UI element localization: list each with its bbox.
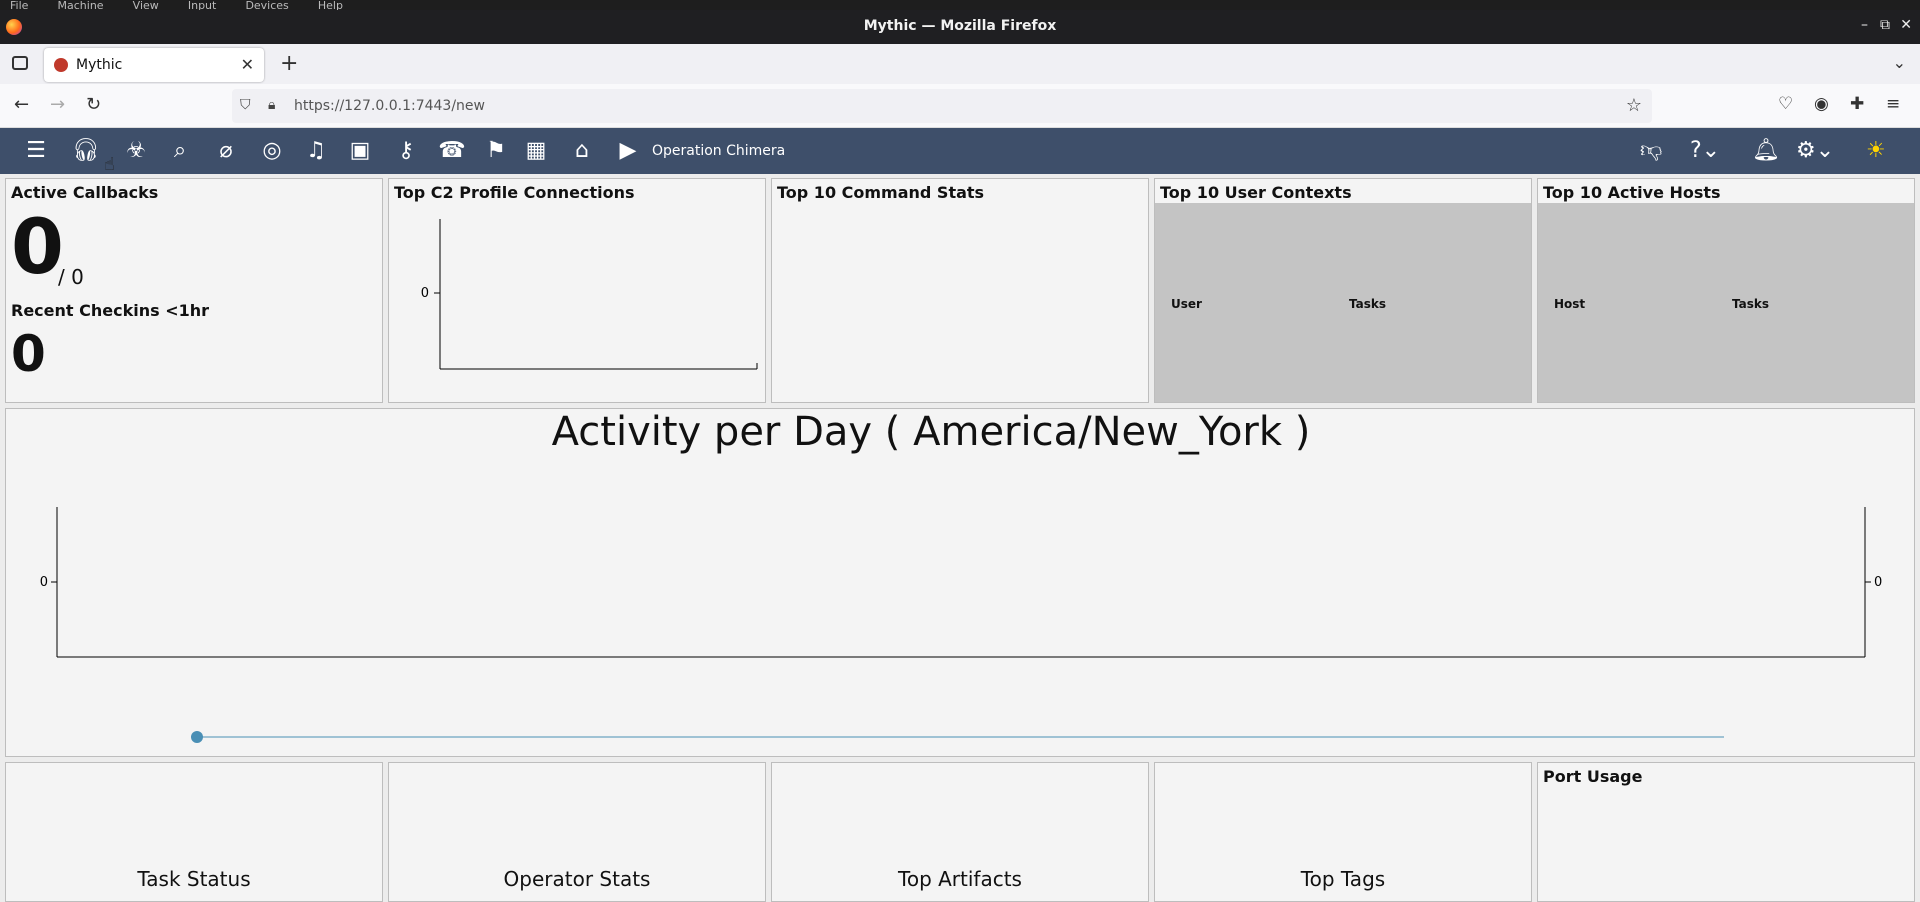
minimize-icon[interactable]: – — [1861, 17, 1868, 33]
vm-menu-bar: File Machine View Input Devices Help — [0, 0, 1920, 10]
command-stats-panel: Top 10 Command Stats — [771, 178, 1149, 403]
url-text[interactable]: https://127.0.0.1:7443/new — [294, 98, 485, 114]
socks-icon[interactable]: ♫ — [302, 138, 330, 164]
active-callbacks-panel: Active Callbacks 0 / 0 Recent Checkins <… — [5, 178, 383, 403]
top-artifacts-label: Top Artifacts — [898, 867, 1022, 891]
user-contexts-panel: Top 10 User Contexts User Tasks — [1154, 178, 1532, 403]
c2-profile-panel: Top C2 Profile Connections 0 — [388, 178, 766, 403]
window-titlebar: Mythic — Mozilla Firefox – ⧉ ✕ — [0, 10, 1920, 44]
firefox-view-icon[interactable] — [12, 56, 28, 70]
vm-menu-machine[interactable]: Machine — [58, 0, 104, 10]
vm-menu-help[interactable]: Help — [318, 0, 343, 10]
panel-title: Top 10 Command Stats — [777, 183, 985, 202]
key-icon[interactable]: ⚷ — [392, 138, 420, 164]
active-callbacks-count: 0 — [11, 202, 64, 291]
operation-name[interactable]: Operation Chimera — [652, 143, 785, 159]
bell-icon[interactable]: 🔔︎ — [1752, 138, 1780, 164]
reload-icon[interactable]: ↻ — [86, 94, 101, 115]
y-right-tick-label: 0 — [1874, 575, 1882, 590]
flag-checkered-icon[interactable]: ⚑ — [482, 138, 510, 164]
table-icon[interactable]: ▦ — [522, 138, 550, 164]
top-tags-label: Top Tags — [1300, 867, 1386, 891]
app-menu-icon[interactable]: ≡ — [1886, 94, 1900, 114]
y-left-tick-label: 0 — [40, 575, 48, 590]
vm-menu-input[interactable]: Input — [188, 0, 216, 10]
back-icon[interactable]: ← — [14, 94, 29, 115]
headphones-icon[interactable]: 🎧︎ — [72, 138, 100, 164]
tracking-shield-icon[interactable]: ⛉ — [240, 97, 251, 113]
panel-title: Active Callbacks — [11, 183, 159, 202]
task-status-label: Task Status — [137, 867, 251, 891]
mythic-favicon-icon — [54, 58, 68, 72]
panel-title: Top 10 User Contexts — [1160, 183, 1352, 202]
mouse-cursor-icon: ☝ — [104, 154, 115, 175]
operator-stats-label: Operator Stats — [503, 867, 651, 891]
column-header-tasks[interactable]: Tasks — [1732, 297, 1769, 311]
column-header-user[interactable]: User — [1171, 297, 1202, 311]
list-all-tabs-icon[interactable]: ⌄ — [1893, 53, 1906, 72]
user-contexts-table — [1155, 203, 1531, 402]
column-header-tasks[interactable]: Tasks — [1349, 297, 1386, 311]
url-bar[interactable]: ⛉ 🔒︎ https://127.0.0.1:7443/new ☆ — [232, 89, 1652, 123]
thumbs-down-icon[interactable]: 👎︎ — [1640, 138, 1662, 164]
recent-checkins-count: 0 — [11, 325, 46, 383]
sun-icon[interactable]: ☀ — [1866, 138, 1886, 164]
pocket-icon[interactable]: ♡ — [1778, 94, 1793, 114]
bookmark-star-icon[interactable]: ☆ — [1626, 95, 1642, 116]
y-tick-label: 0 — [421, 286, 429, 301]
window-close-icon[interactable]: ✕ — [1900, 17, 1912, 33]
search-icon[interactable]: ⌕ — [166, 138, 194, 164]
help-icon[interactable]: ?⌄ — [1690, 138, 1720, 164]
tab-label: Mythic — [76, 57, 123, 73]
activity-per-day-panel: Activity per Day ( America/New_York ) 0 … — [5, 408, 1915, 757]
active-hosts-table — [1538, 203, 1914, 402]
play-circle-icon[interactable]: ▶ — [614, 138, 642, 164]
account-icon[interactable]: ◉ — [1814, 94, 1829, 114]
new-tab-icon[interactable]: + — [280, 51, 298, 76]
forward-icon[interactable]: → — [50, 94, 65, 115]
mythic-app-bar: ☰ 🎧︎ ☣ ⌕ ⌀ ◎ ♫ ▣ ⚷ ☎ ⚑ ▦ ⌂ ▶ Operation C… — [0, 128, 1920, 174]
task-status-panel: Task Status — [5, 762, 383, 902]
column-header-host[interactable]: Host — [1554, 297, 1585, 311]
user-settings-icon[interactable]: ⚙⌄ — [1796, 138, 1834, 164]
paperclip-icon[interactable]: ⌀ — [212, 138, 240, 164]
camera-icon[interactable]: ▣ — [346, 138, 374, 164]
panel-title: Top 10 Active Hosts — [1543, 183, 1721, 202]
vm-menu-file[interactable]: File — [10, 0, 28, 10]
operator-stats-panel: Operator Stats — [388, 762, 766, 902]
panel-title: Port Usage — [1543, 767, 1643, 786]
tab-mythic[interactable]: Mythic ✕ — [44, 48, 264, 82]
extensions-icon[interactable]: ✚ — [1850, 94, 1864, 114]
recent-checkins-title: Recent Checkins <1hr — [11, 301, 210, 320]
active-hosts-panel: Top 10 Active Hosts Host Tasks — [1537, 178, 1915, 403]
hamburger-icon[interactable]: ☰ — [22, 138, 50, 164]
navigation-toolbar: ← → ↻ ⛉ 🔒︎ https://127.0.0.1:7443/new ☆ … — [0, 84, 1920, 128]
top-tags-panel: Top Tags — [1154, 762, 1532, 902]
active-callbacks-total: / 0 — [58, 265, 84, 289]
window-title: Mythic — Mozilla Firefox — [863, 18, 1057, 34]
fingerprint-icon[interactable]: ◎ — [258, 138, 286, 164]
activity-chart: 0 0 — [40, 507, 1882, 743]
tab-close-icon[interactable]: ✕ — [241, 55, 254, 74]
date-range-slider-handle — [191, 731, 203, 743]
port-usage-panel: Port Usage — [1537, 762, 1915, 902]
site-info-icon[interactable]: 🔒︎ — [268, 97, 275, 113]
vm-menu-devices[interactable]: Devices — [245, 0, 288, 10]
c2-profile-chart: 0 — [421, 219, 758, 370]
phone-icon[interactable]: ☎ — [438, 138, 466, 164]
tag-icon[interactable]: ⌂ — [568, 138, 596, 164]
restore-icon[interactable]: ⧉ — [1880, 17, 1890, 33]
tab-strip: Mythic ✕ + ⌄ — [0, 44, 1920, 84]
top-artifacts-panel: Top Artifacts — [771, 762, 1149, 902]
biohazard-icon[interactable]: ☣ — [122, 138, 150, 164]
vm-menu-view[interactable]: View — [133, 0, 159, 10]
